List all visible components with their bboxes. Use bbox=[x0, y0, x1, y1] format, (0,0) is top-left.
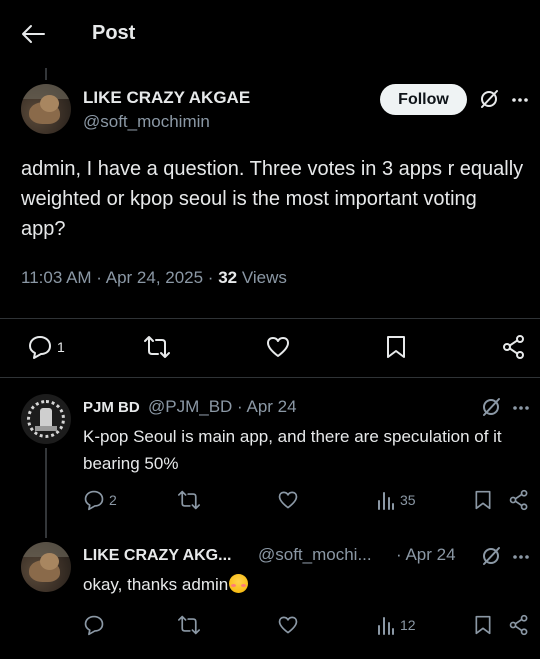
heart-icon bbox=[277, 489, 299, 511]
author-name[interactable]: LIKE CRAZY AKGAE bbox=[83, 88, 250, 108]
avatar[interactable] bbox=[21, 542, 71, 592]
reply-count: 1 bbox=[57, 339, 65, 355]
reply-date[interactable]: · Apr 24 bbox=[396, 545, 456, 565]
thread-connector bbox=[45, 448, 47, 538]
bookmark-button[interactable] bbox=[384, 334, 408, 360]
back-arrow-icon[interactable] bbox=[20, 22, 46, 46]
like-button[interactable] bbox=[277, 489, 299, 511]
repost-icon bbox=[177, 489, 201, 511]
share-icon bbox=[501, 334, 527, 360]
reply-bubble-icon bbox=[83, 614, 105, 636]
bookmark-icon bbox=[473, 489, 493, 511]
reply-button[interactable]: 2 bbox=[83, 489, 117, 511]
views-button[interactable]: 35 bbox=[376, 489, 416, 511]
reply-text: K-pop Seoul is main app, and there are s… bbox=[83, 427, 502, 473]
reply-author-handle[interactable]: @soft_mochi... bbox=[258, 545, 372, 565]
grok-icon[interactable] bbox=[480, 545, 502, 567]
post-meta: 11:03 AM · Apr 24, 2025 · 32 Views bbox=[21, 268, 287, 288]
post-screen: Post LIKE CRAZY AKGAE @soft_mochimin Fol… bbox=[0, 0, 540, 659]
bookmark-button[interactable] bbox=[473, 614, 493, 636]
reply-button[interactable]: 1 bbox=[27, 334, 65, 360]
bookmark-button[interactable] bbox=[473, 489, 493, 511]
follow-button[interactable]: Follow bbox=[380, 84, 467, 115]
views-button[interactable]: 12 bbox=[376, 614, 416, 636]
more-dots-icon[interactable] bbox=[511, 398, 531, 418]
author-handle[interactable]: @soft_mochimin bbox=[83, 112, 210, 132]
share-icon bbox=[508, 489, 530, 511]
blushing-face-emoji bbox=[229, 574, 249, 593]
top-bar: Post bbox=[0, 0, 540, 68]
reply-author-name[interactable]: PJM BD bbox=[83, 399, 140, 416]
reply-bubble-icon bbox=[83, 489, 105, 511]
views-count: 35 bbox=[400, 492, 416, 508]
page-title: Post bbox=[92, 22, 136, 44]
grok-icon[interactable] bbox=[480, 396, 502, 418]
repost-icon bbox=[177, 614, 201, 636]
like-button[interactable] bbox=[277, 614, 299, 636]
divider bbox=[0, 318, 540, 319]
reply-text: okay, thanks admin bbox=[83, 571, 528, 598]
repost-icon bbox=[143, 334, 171, 360]
heart-icon bbox=[277, 614, 299, 636]
share-button[interactable] bbox=[508, 489, 530, 511]
grok-icon[interactable] bbox=[478, 88, 500, 110]
bookmark-icon bbox=[473, 614, 493, 636]
reply-bubble-icon bbox=[27, 334, 53, 360]
reply-author-name[interactable]: LIKE CRAZY AKG... bbox=[83, 547, 231, 565]
avatar[interactable] bbox=[21, 84, 71, 134]
repost-button[interactable] bbox=[177, 489, 201, 511]
share-icon bbox=[508, 614, 530, 636]
thread-connector bbox=[45, 68, 47, 80]
share-button[interactable] bbox=[508, 614, 530, 636]
views-chart-icon bbox=[376, 614, 396, 636]
post-text: admin, I have a question. Three votes in… bbox=[21, 158, 524, 240]
share-button[interactable] bbox=[501, 334, 527, 360]
avatar[interactable] bbox=[21, 394, 71, 444]
views-count: 12 bbox=[400, 617, 416, 633]
heart-icon bbox=[265, 334, 291, 360]
more-dots-icon[interactable] bbox=[510, 90, 530, 110]
post-timestamp[interactable]: 11:03 AM · Apr 24, 2025 · bbox=[21, 268, 218, 287]
bookmark-icon bbox=[384, 334, 408, 360]
reply-button[interactable] bbox=[83, 614, 105, 636]
divider bbox=[0, 377, 540, 378]
repost-button[interactable] bbox=[177, 614, 201, 636]
views-label: Views bbox=[237, 268, 287, 287]
more-dots-icon[interactable] bbox=[511, 547, 531, 567]
views-count: 32 bbox=[218, 268, 238, 287]
like-button[interactable] bbox=[265, 334, 291, 360]
reply-count: 2 bbox=[109, 492, 117, 508]
reply-author-handle[interactable]: @PJM_BD · Apr 24 bbox=[148, 397, 297, 417]
repost-button[interactable] bbox=[143, 334, 171, 360]
reply-text-content: okay, thanks admin bbox=[83, 575, 229, 594]
views-chart-icon bbox=[376, 489, 396, 511]
